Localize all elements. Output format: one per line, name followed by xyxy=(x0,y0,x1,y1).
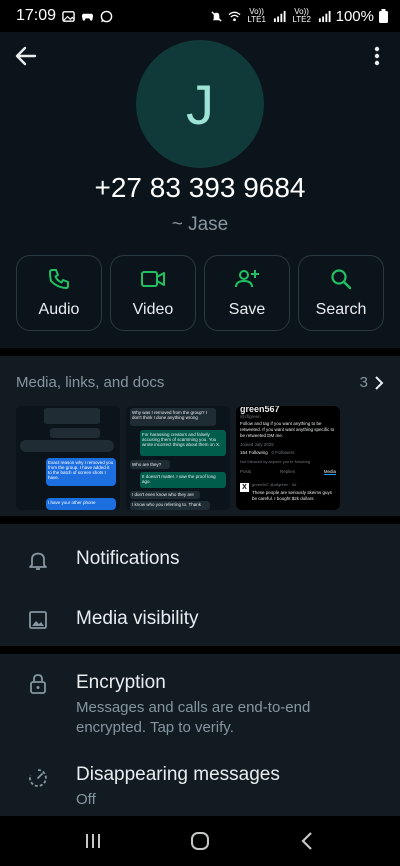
thumb-message: For harassing creators and falsely accus… xyxy=(140,430,226,456)
thumb-message: I know who you referring to. Thank xyxy=(130,501,210,510)
media-count: 3 xyxy=(359,374,368,391)
image-icon xyxy=(29,611,47,629)
arrow-left-icon xyxy=(15,46,37,66)
add-contact-icon xyxy=(235,270,259,288)
media-section[interactable]: Media, links, and docs 3 Exact reason wh… xyxy=(0,356,400,516)
section-divider xyxy=(0,348,400,356)
phone-icon xyxy=(49,269,69,289)
section-divider xyxy=(0,646,400,654)
media-title: Media, links, and docs xyxy=(16,374,165,391)
thumb-message: Who are they? xyxy=(130,460,170,469)
thumb-tab: Replies xyxy=(279,469,295,474)
battery-icon xyxy=(379,9,388,23)
avatar-initial: J xyxy=(186,72,214,136)
encryption-row[interactable]: Encryption Messages and calls are end-to… xyxy=(0,670,400,740)
battery-percent: 100% xyxy=(335,7,374,25)
encryption-description: Messages and calls are end-to-end encryp… xyxy=(76,699,311,736)
section-divider xyxy=(0,516,400,524)
mute-icon xyxy=(210,10,222,22)
more-vertical-icon xyxy=(374,46,380,66)
media-thumbnail[interactable]: green567 @cflgreen Follow and tag if you… xyxy=(236,406,340,510)
x-logo-icon: X xyxy=(240,483,249,492)
home-button[interactable] xyxy=(180,821,220,861)
recents-icon xyxy=(86,834,101,848)
notifications-row[interactable]: Notifications xyxy=(0,538,400,582)
thumb-tab: Media xyxy=(323,469,336,475)
contact-phone: +27 83 393 9684 xyxy=(94,172,306,203)
system-nav-bar xyxy=(0,816,400,866)
back-nav-button[interactable] xyxy=(287,821,327,861)
disappearing-label: Disappearing messages xyxy=(76,764,280,785)
thumb-message: It doesn't matter. I saw the proof long … xyxy=(140,472,226,488)
sim2-label: Vo)) LTE2 xyxy=(292,7,311,24)
thumb-joined: Joined July 2025 xyxy=(240,442,274,447)
avatar[interactable]: J xyxy=(136,40,264,168)
back-button[interactable] xyxy=(12,42,40,70)
video-label: Video xyxy=(132,301,174,318)
thumb-post-text: These people are seriously skeims guys b… xyxy=(252,490,333,501)
media-thumbnail[interactable]: Exact reason why I removed you from the … xyxy=(16,406,120,510)
thumb-post-user: green567 @cflgreen · 5d xyxy=(252,482,297,487)
thumb-following: 154 Following xyxy=(240,450,268,455)
action-buttons: Audio Video Save Search xyxy=(16,255,384,331)
search-label: Search xyxy=(315,301,367,318)
wifi-icon xyxy=(228,11,241,21)
media-thumbnail[interactable]: Why was I removed from the group? I don'… xyxy=(126,406,230,510)
thumb-profile-handle: @cflgreen xyxy=(240,414,261,419)
video-icon xyxy=(141,271,165,287)
search-button[interactable]: Search xyxy=(298,255,384,331)
whatsapp-icon xyxy=(100,10,113,22)
gallery-icon xyxy=(62,10,75,22)
save-label: Save xyxy=(228,301,266,318)
audio-call-button[interactable]: Audio xyxy=(16,255,102,331)
recents-button[interactable] xyxy=(73,821,113,861)
thumb-profile-name: green567 xyxy=(240,406,280,414)
disappearing-messages-row[interactable]: Disappearing messages Off xyxy=(0,764,400,814)
media-visibility-label: Media visibility xyxy=(76,608,199,629)
chevron-right-icon[interactable] xyxy=(374,375,384,390)
disappearing-value: Off xyxy=(76,791,96,808)
contact-nickname: ~ Jase xyxy=(171,214,229,235)
thumb-tab: Posts xyxy=(240,469,252,474)
thumb-profile-bio: Follow and tag if you want anything to b… xyxy=(240,421,335,438)
more-options-button[interactable] xyxy=(366,42,388,70)
save-contact-button[interactable]: Save xyxy=(204,255,290,331)
settings-group: Notifications Media visibility xyxy=(0,524,400,646)
contact-header: J +27 83 393 9684 ~ Jase Audio Video Sav… xyxy=(0,32,400,348)
notifications-label: Notifications xyxy=(76,548,180,569)
media-visibility-row[interactable]: Media visibility xyxy=(0,598,400,642)
bell-icon xyxy=(29,552,47,570)
signal-icon xyxy=(273,10,286,22)
thumb-followers: 0 Followers xyxy=(271,450,295,455)
signal-icon xyxy=(318,10,331,22)
lock-icon xyxy=(30,674,46,694)
audio-label: Audio xyxy=(38,301,80,318)
thumb-message: I have your other phone xyxy=(46,498,116,510)
search-icon xyxy=(331,269,352,290)
game-controller-icon xyxy=(81,13,94,21)
chevron-left-icon xyxy=(301,832,312,850)
thumb-message: Exact reason why I removed you from the … xyxy=(46,458,116,486)
status-bar: 17:09 Vo)) LTE1 Vo)) LTE2 100% xyxy=(0,0,400,32)
video-call-button[interactable]: Video xyxy=(110,255,196,331)
sim1-label: Vo)) LTE1 xyxy=(247,7,266,24)
status-time: 17:09 xyxy=(16,7,57,24)
home-icon xyxy=(190,832,209,850)
thumb-message: I don't even know who they are xyxy=(130,491,200,499)
settings-group: Encryption Messages and calls are end-to… xyxy=(0,654,400,816)
timer-icon xyxy=(29,769,47,787)
encryption-label: Encryption xyxy=(76,672,166,693)
thumb-message: Why was I removed from the group? I don'… xyxy=(130,408,216,426)
thumb-note: Not followed by anyone you're following xyxy=(240,459,311,464)
